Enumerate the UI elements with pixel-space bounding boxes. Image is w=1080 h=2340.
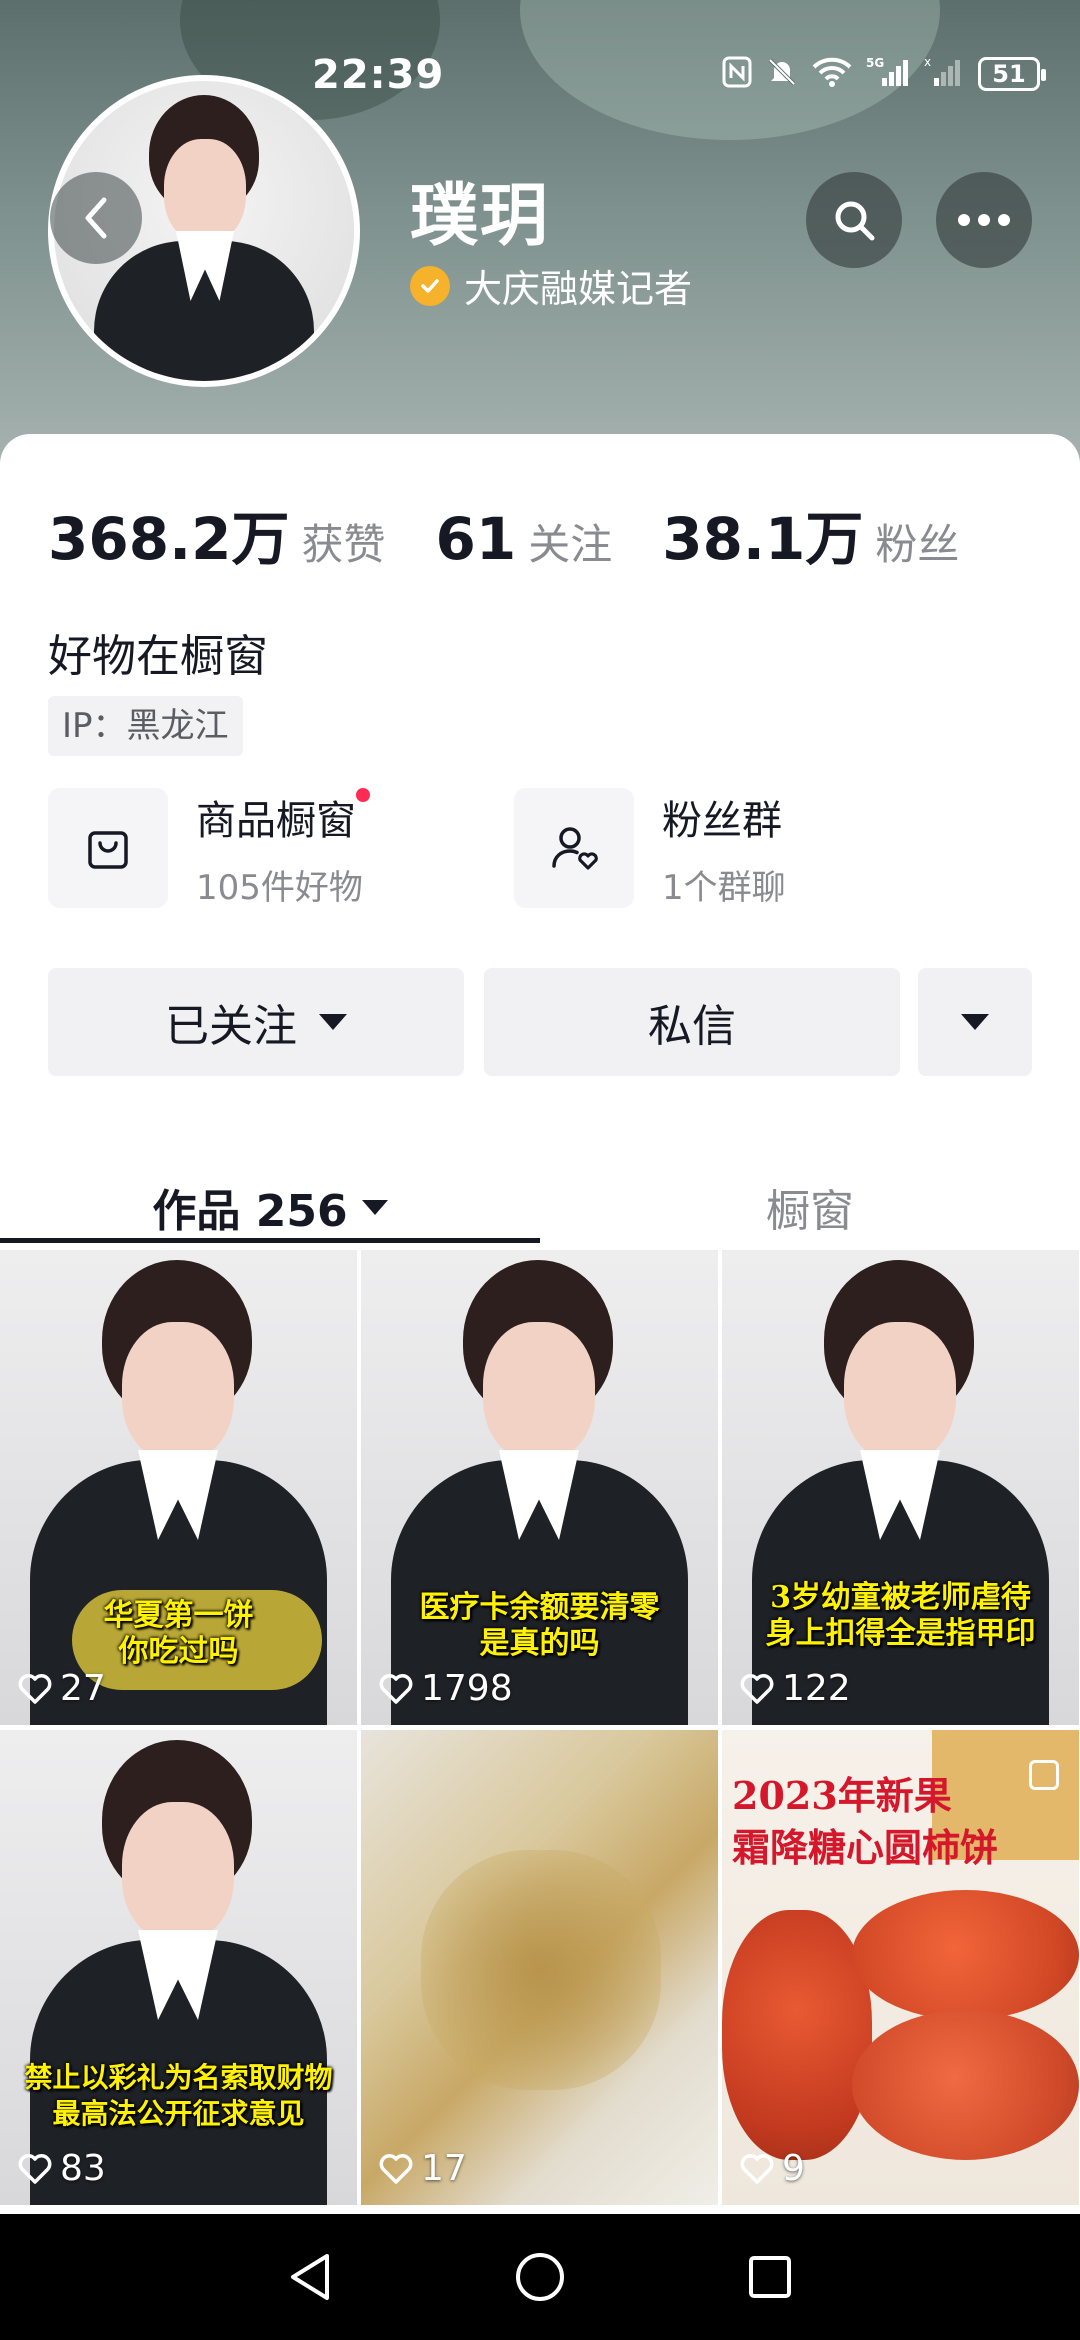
followed-button[interactable]: 已关注: [48, 968, 464, 1076]
tab-works-label: 作品 256: [152, 1186, 348, 1237]
video-caption: 2023年新果 霜降糖心圆柿饼: [732, 1773, 999, 1870]
stats-row: 368.2万 获赞 61 关注 38.1万 粉丝: [48, 492, 1009, 576]
video-tile[interactable]: 3岁幼童被老师虐待 身上扣得全是指甲印 122: [722, 1250, 1079, 1725]
nfc-icon: [722, 56, 752, 92]
like-count: 17: [379, 2148, 467, 2189]
heart-icon: [740, 2153, 774, 2184]
tab-shop-window-label: 橱窗: [766, 1186, 854, 1237]
profile-header: 22:39 5G x 51 璞玥 大庆融媒记者: [0, 0, 1080, 470]
search-icon: [835, 201, 875, 241]
video-tile[interactable]: 禁止以彩礼为名索取财物 最高法公开征求意见 83: [0, 1730, 357, 2205]
circle-home-icon: [516, 2253, 564, 2301]
back-button[interactable]: [50, 172, 142, 264]
heart-icon: [379, 2153, 413, 2184]
heart-icon: [18, 2153, 52, 2184]
like-count-value: 9: [782, 2148, 805, 2189]
system-navigation-bar: [0, 2214, 1080, 2340]
chevron-down-icon: [319, 1014, 347, 1030]
like-count: 27: [18, 1668, 106, 1709]
like-count-value: 27: [60, 1668, 106, 1709]
message-button[interactable]: 私信: [484, 968, 900, 1076]
verified-badge-icon: [410, 265, 450, 306]
followers-label[interactable]: 粉丝: [875, 511, 959, 572]
like-count: 9: [740, 2148, 805, 2189]
following-label[interactable]: 关注: [528, 511, 612, 572]
fan-group-title: 粉丝群: [662, 797, 782, 844]
mute-icon: [766, 56, 798, 92]
profile-bio: 好物在橱窗: [48, 631, 268, 682]
more-horizontal-icon: [958, 214, 1010, 226]
video-caption: 禁止以彩礼为名索取财物 最高法公开征求意见: [24, 2061, 333, 2130]
status-time: 22:39: [312, 52, 445, 98]
heart-icon: [18, 1673, 52, 1704]
chevron-left-icon: [85, 197, 107, 239]
shop-window-entry[interactable]: 商品橱窗 105件好物: [48, 787, 370, 908]
like-count: 83: [18, 2148, 106, 2189]
followed-label: 已关注: [165, 1001, 297, 1052]
bag-icon: [48, 788, 168, 908]
following-count[interactable]: 61: [435, 505, 516, 573]
square-recents-icon: [749, 2256, 791, 2298]
fan-group-subtitle: 1个群聊: [662, 867, 786, 908]
battery-indicator: 51: [978, 57, 1046, 91]
verification-label: 大庆融媒记者: [464, 267, 693, 311]
persimmon-shape: [852, 2010, 1079, 2160]
video-tile[interactable]: 华夏第一饼 你吃过吗 27: [0, 1250, 357, 1725]
search-button[interactable]: [806, 172, 902, 268]
heart-icon: [379, 1673, 413, 1704]
select-checkbox-icon: [1029, 1760, 1059, 1790]
profile-name: 璞玥: [410, 177, 551, 256]
video-thumbnail: [0, 1730, 357, 2205]
shop-window-subtitle: 105件好物: [196, 867, 363, 908]
like-count-value: 17: [421, 2148, 467, 2189]
active-tab-indicator: [0, 1238, 540, 1243]
like-count-value: 1798: [421, 1668, 513, 1709]
ip-location-tag: IP：黑龙江: [48, 696, 243, 756]
food-shape: [421, 1850, 661, 2090]
chevron-down-icon: [361, 1199, 388, 1215]
likes-label: 获赞: [301, 520, 386, 569]
group-icon: [514, 788, 634, 908]
more-button[interactable]: [936, 172, 1032, 268]
like-count: 1798: [379, 1668, 513, 1709]
fan-group-entry[interactable]: 粉丝群 1个群聊: [514, 788, 786, 908]
nav-back-button[interactable]: [250, 2214, 370, 2340]
notification-dot: [356, 787, 370, 802]
likes-count: 368.2万: [48, 505, 290, 573]
svg-text:x: x: [924, 56, 931, 69]
svg-text:5G: 5G: [866, 56, 884, 70]
like-count: 122: [740, 1668, 851, 1709]
verification-row: 大庆融媒记者: [410, 258, 692, 313]
nav-home-button[interactable]: [480, 2214, 600, 2340]
nav-recents-button[interactable]: [710, 2214, 830, 2340]
video-tile[interactable]: 2023年新果 霜降糖心圆柿饼 9: [722, 1730, 1079, 2205]
signal-5g-icon: 5G: [866, 56, 910, 92]
triangle-back-icon: [291, 2254, 329, 2300]
tab-works[interactable]: 作品 256: [0, 1154, 540, 1260]
message-label: 私信: [648, 1001, 736, 1052]
video-caption: 3岁幼童被老师虐待 身上扣得全是指甲印: [765, 1580, 1036, 1651]
chevron-down-icon: [961, 1014, 989, 1030]
like-count-value: 122: [782, 1668, 851, 1709]
like-count-value: 83: [60, 2148, 106, 2189]
signal-weak-icon: x: [924, 55, 964, 92]
video-tile[interactable]: 医疗卡余额要清零 是真的吗 1798: [361, 1250, 718, 1725]
wifi-icon: [812, 57, 852, 91]
shop-window-title: 商品橱窗: [196, 797, 356, 844]
persimmon-shape: [722, 1910, 872, 2160]
status-icons: 5G x 51: [722, 55, 1046, 92]
video-caption: 医疗卡余额要清零 是真的吗: [419, 1590, 660, 1661]
video-thumbnail: [722, 1250, 1079, 1725]
tab-shop-window[interactable]: 橱窗: [540, 1154, 1080, 1260]
followers-count[interactable]: 38.1万: [662, 492, 863, 576]
video-tile[interactable]: 17: [361, 1730, 718, 2205]
heart-icon: [740, 1673, 774, 1704]
content-tabs: 作品 256 橱窗: [0, 1154, 1080, 1264]
video-caption: 华夏第一饼 你吃过吗: [103, 1598, 254, 1669]
persimmon-shape: [852, 1890, 1079, 2020]
more-options-dropdown[interactable]: [918, 968, 1032, 1076]
